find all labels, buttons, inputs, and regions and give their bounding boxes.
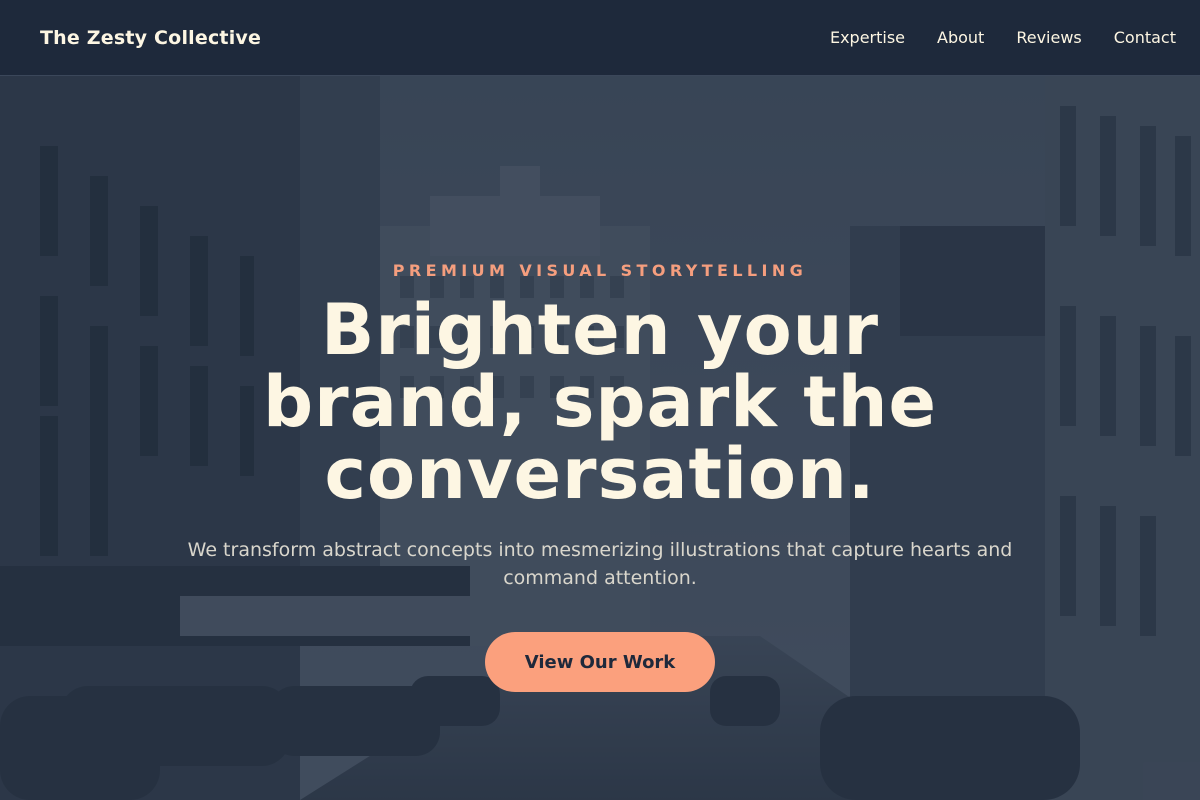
brand-logo[interactable]: The Zesty Collective: [40, 27, 261, 49]
nav-link-reviews[interactable]: Reviews: [1016, 28, 1081, 47]
hero-section: PREMIUM VISUAL STORYTELLING Brighten you…: [0, 76, 1200, 800]
hero-subtext: We transform abstract concepts into mesm…: [187, 539, 1013, 589]
hero-headline: Brighten your brand, spark the conversat…: [263, 289, 937, 515]
nav-link-about[interactable]: About: [937, 28, 984, 47]
nav-link-contact[interactable]: Contact: [1114, 28, 1176, 47]
hero-content: PREMIUM VISUAL STORYTELLING Brighten you…: [0, 76, 1200, 800]
view-our-work-button[interactable]: View Our Work: [485, 632, 715, 692]
nav-links: Expertise About Reviews Contact: [830, 28, 1176, 47]
hero-eyebrow: PREMIUM VISUAL STORYTELLING: [392, 261, 808, 280]
nav-link-expertise[interactable]: Expertise: [830, 28, 905, 47]
top-navbar: The Zesty Collective Expertise About Rev…: [0, 0, 1200, 76]
